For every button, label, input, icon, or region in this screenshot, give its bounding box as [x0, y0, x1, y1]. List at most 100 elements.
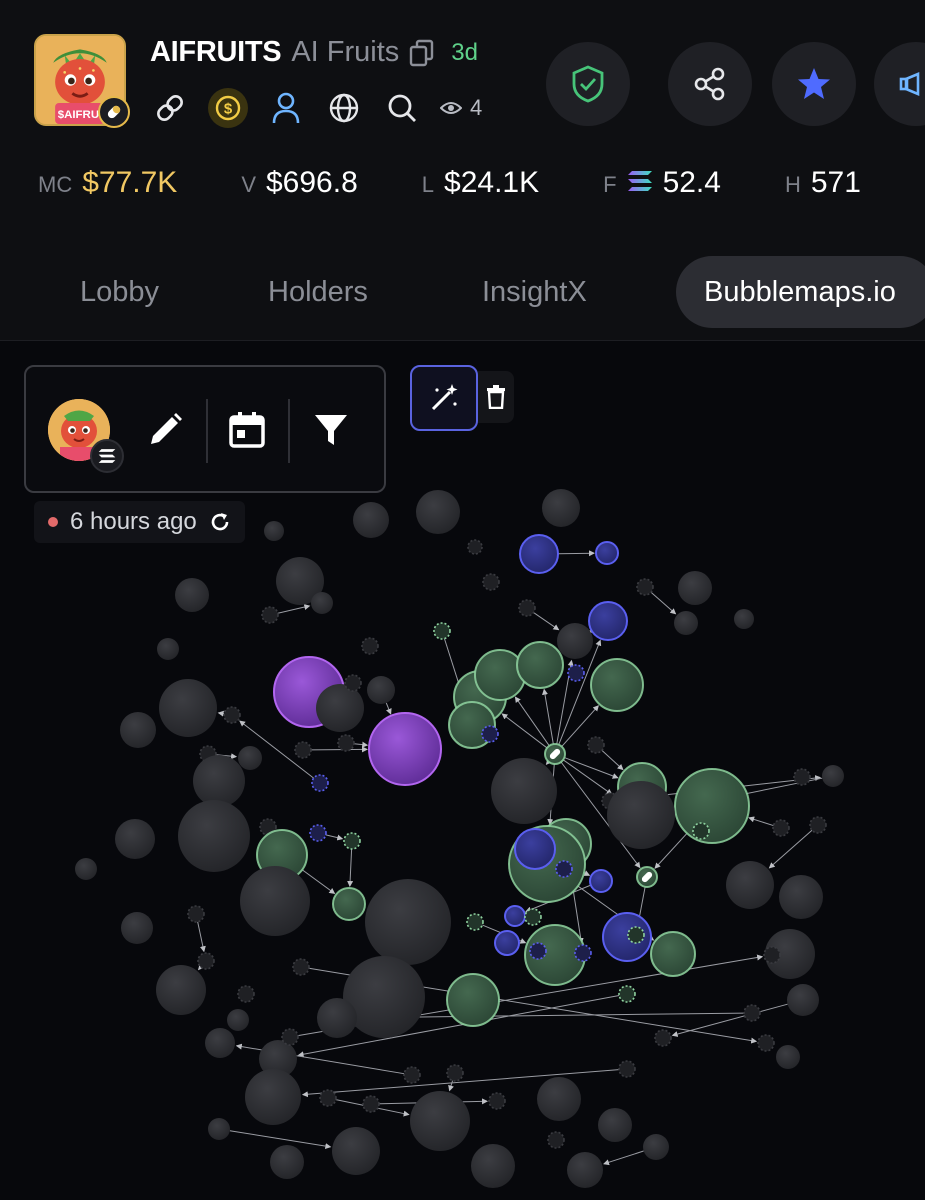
- cluster-bubble-blue[interactable]: [494, 930, 520, 956]
- small-cluster-bubble-blue[interactable]: [309, 824, 327, 842]
- date-button[interactable]: [224, 407, 270, 453]
- small-holder-bubble[interactable]: [587, 736, 605, 754]
- small-holder-bubble[interactable]: [743, 1004, 761, 1022]
- small-holder-bubble[interactable]: [362, 1095, 380, 1113]
- small-cluster-bubble-blue[interactable]: [567, 664, 585, 682]
- cluster-bubble-blue[interactable]: [588, 601, 628, 641]
- small-holder-bubble[interactable]: [294, 741, 312, 759]
- holder-bubble[interactable]: [205, 1028, 235, 1058]
- holder-bubble[interactable]: [365, 879, 451, 965]
- holder-bubble[interactable]: [822, 765, 844, 787]
- small-holder-bubble[interactable]: [446, 1064, 464, 1082]
- holder-bubble[interactable]: [175, 578, 209, 612]
- small-holder-bubble[interactable]: [337, 734, 355, 752]
- small-holder-bubble[interactable]: [319, 1089, 337, 1107]
- bubble-map[interactable]: 6 hours ago: [0, 341, 925, 1200]
- holder-bubble[interactable]: [557, 623, 593, 659]
- holder-bubble[interactable]: [787, 984, 819, 1016]
- share-button[interactable]: [668, 42, 752, 126]
- small-cluster-bubble-blue[interactable]: [481, 725, 499, 743]
- cluster-bubble-green[interactable]: [674, 768, 750, 844]
- holder-bubble[interactable]: [238, 746, 262, 770]
- cluster-bubble-blue[interactable]: [504, 905, 526, 927]
- tab-holders[interactable]: Holders: [268, 256, 368, 328]
- cluster-bubble-blue[interactable]: [595, 541, 619, 565]
- small-holder-bubble[interactable]: [361, 637, 379, 655]
- holder-bubble[interactable]: [157, 638, 179, 660]
- search-icon[interactable]: [382, 88, 422, 128]
- small-cluster-bubble-blue[interactable]: [311, 774, 329, 792]
- holder-bubble[interactable]: [317, 998, 357, 1038]
- holder-bubble[interactable]: [332, 1127, 380, 1175]
- holder-bubble[interactable]: [607, 781, 675, 849]
- cluster-bubble-blue[interactable]: [589, 869, 613, 893]
- holder-bubble[interactable]: [178, 800, 250, 872]
- holder-bubble[interactable]: [240, 866, 310, 936]
- holder-bubble[interactable]: [120, 712, 156, 748]
- small-cluster-bubble-green[interactable]: [466, 913, 484, 931]
- holder-bubble[interactable]: [567, 1152, 603, 1188]
- small-holder-bubble[interactable]: [793, 768, 811, 786]
- globe-icon[interactable]: [324, 88, 364, 128]
- coin-icon[interactable]: $: [208, 88, 248, 128]
- small-holder-bubble[interactable]: [403, 1066, 421, 1084]
- clear-button[interactable]: [478, 371, 514, 423]
- cluster-bubble-green[interactable]: [650, 931, 696, 977]
- holder-bubble[interactable]: [776, 1045, 800, 1069]
- holder-bubble[interactable]: [270, 1145, 304, 1179]
- small-cluster-bubble-green[interactable]: [692, 822, 710, 840]
- holder-bubble[interactable]: [193, 755, 245, 807]
- small-holder-bubble[interactable]: [757, 1034, 775, 1052]
- holder-bubble[interactable]: [121, 912, 153, 944]
- holder-bubble[interactable]: [542, 489, 580, 527]
- small-holder-bubble[interactable]: [292, 958, 310, 976]
- holder-bubble[interactable]: [726, 861, 774, 909]
- last-updated[interactable]: 6 hours ago: [34, 501, 245, 543]
- small-holder-bubble[interactable]: [237, 985, 255, 1003]
- small-holder-bubble[interactable]: [636, 578, 654, 596]
- holder-bubble[interactable]: [471, 1144, 515, 1188]
- filter-button[interactable]: [308, 407, 354, 453]
- holder-bubble[interactable]: [491, 758, 557, 824]
- holder-bubble[interactable]: [316, 684, 364, 732]
- tab-lobby[interactable]: Lobby: [80, 256, 159, 328]
- small-cluster-bubble-green[interactable]: [618, 985, 636, 1003]
- holder-bubble[interactable]: [416, 490, 460, 534]
- holder-bubble[interactable]: [353, 502, 389, 538]
- security-button[interactable]: [546, 42, 630, 126]
- small-holder-bubble[interactable]: [482, 573, 500, 591]
- holder-bubble[interactable]: [311, 592, 333, 614]
- holder-bubble[interactable]: [115, 819, 155, 859]
- small-cluster-bubble-green[interactable]: [433, 622, 451, 640]
- cluster-bubble-blue[interactable]: [602, 912, 652, 962]
- holder-bubble[interactable]: [367, 676, 395, 704]
- holder-bubble[interactable]: [678, 571, 712, 605]
- holder-bubble[interactable]: [734, 609, 754, 629]
- small-holder-bubble[interactable]: [187, 905, 205, 923]
- holder-bubble[interactable]: [159, 679, 217, 737]
- holder-bubble[interactable]: [537, 1077, 581, 1121]
- small-holder-bubble[interactable]: [547, 1131, 565, 1149]
- cluster-bubble-blue[interactable]: [514, 828, 556, 870]
- favorite-button[interactable]: [772, 42, 856, 126]
- small-holder-bubble[interactable]: [223, 706, 241, 724]
- tab-insightx[interactable]: InsightX: [482, 256, 587, 328]
- small-holder-bubble[interactable]: [281, 1028, 299, 1046]
- holder-bubble[interactable]: [208, 1118, 230, 1140]
- cluster-bubble-green[interactable]: [590, 658, 644, 712]
- small-cluster-bubble-blue[interactable]: [574, 944, 592, 962]
- small-holder-bubble[interactable]: [654, 1029, 672, 1047]
- holder-bubble[interactable]: [598, 1108, 632, 1142]
- holder-bubble[interactable]: [643, 1134, 669, 1160]
- holder-bubble[interactable]: [227, 1009, 249, 1031]
- holder-bubble[interactable]: [75, 858, 97, 880]
- holder-bubble[interactable]: [674, 611, 698, 635]
- cluster-bubble-green[interactable]: [446, 973, 500, 1027]
- link-icon[interactable]: [150, 88, 190, 128]
- cluster-bubble-green[interactable]: [516, 641, 564, 689]
- cluster-bubble-purple[interactable]: [368, 712, 442, 786]
- small-holder-bubble[interactable]: [809, 816, 827, 834]
- holder-bubble[interactable]: [156, 965, 206, 1015]
- magic-layout-button[interactable]: [410, 365, 478, 431]
- small-cluster-bubble-green[interactable]: [524, 908, 542, 926]
